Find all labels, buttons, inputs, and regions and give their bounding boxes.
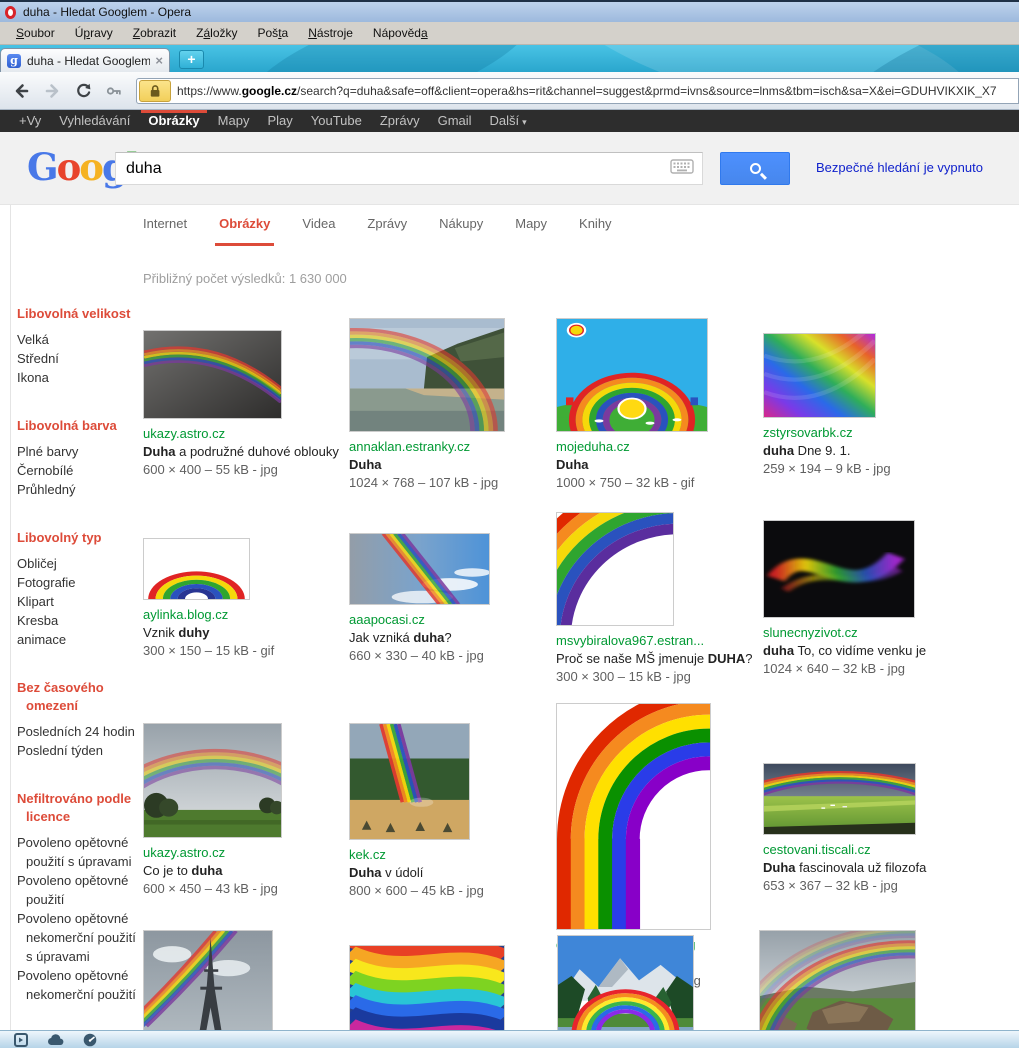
result-item: cestovani.tiscali.cz Duha fascinovala už … bbox=[763, 763, 926, 895]
result-title: Jak vzniká duha? bbox=[349, 630, 452, 645]
result-meta: 1024 × 640 – 32 kB - jpg bbox=[763, 661, 906, 676]
result-site-link[interactable]: ukazy.astro.cz bbox=[143, 425, 339, 443]
result-meta: 1000 × 750 – 32 kB - gif bbox=[556, 475, 695, 490]
result-site-link[interactable]: ukazy.astro.cz bbox=[143, 844, 282, 862]
turbo-gauge-icon bbox=[83, 1033, 97, 1046]
result-site-link[interactable]: aylinka.blog.cz bbox=[143, 606, 274, 624]
result-item: aylinka.blog.cz Vznik duhy 300 × 150 – 15 … bbox=[143, 538, 274, 660]
result-site-link[interactable]: cestovani.tiscali.cz bbox=[763, 841, 926, 859]
result-meta: 660 × 330 – 40 kB - jpg bbox=[349, 648, 484, 663]
result-thumbnail-cartoon-rainbow-blue-sky[interactable] bbox=[556, 318, 708, 432]
result-title: duha Dne 9. 1. bbox=[763, 443, 851, 458]
result-title: Vznik duhy bbox=[143, 625, 210, 640]
result-thumbnail-rainbow-over-sea-cliffs[interactable] bbox=[349, 318, 505, 432]
result-thumbnail-rainbow-smoke-dark[interactable] bbox=[763, 520, 915, 618]
result-meta: 259 × 194 – 9 kB - jpg bbox=[763, 461, 891, 476]
result-title: Duha v údolí bbox=[349, 865, 424, 880]
result-meta: 1024 × 768 – 107 kB - jpg bbox=[349, 475, 499, 490]
panel-toggle-icon bbox=[14, 1032, 28, 1047]
result-thumbnail-rainbow-arch-clipart[interactable] bbox=[143, 538, 250, 600]
opera-turbo-button[interactable] bbox=[83, 1033, 97, 1047]
results-grid: ukazy.astro.cz Duha a podružné duhové obl… bbox=[0, 0, 1019, 1048]
result-thumbnail-rainbow-over-green-fields[interactable] bbox=[763, 763, 916, 835]
result-caption: cestovani.tiscali.cz Duha fascinovala už … bbox=[763, 841, 926, 895]
result-item: aaapocasi.cz Jak vzniká duha? 660 × 330 – … bbox=[349, 533, 490, 665]
result-site-link[interactable]: annaklan.estranky.cz bbox=[349, 438, 505, 456]
result-title: Duha a podružné duhové oblouky bbox=[143, 444, 339, 459]
result-meta: 300 × 150 – 15 kB - gif bbox=[143, 643, 275, 658]
result-site-link[interactable]: msvybiralova967.estran... bbox=[556, 632, 753, 650]
result-meta: 600 × 450 – 43 kB - jpg bbox=[143, 881, 278, 896]
opera-link-button[interactable] bbox=[46, 1033, 65, 1046]
result-site-link[interactable]: aaapocasi.cz bbox=[349, 611, 490, 629]
result-caption: msvybiralova967.estran... Proč se naše MŠ… bbox=[556, 632, 753, 686]
result-thumbnail-abstract-rainbow-feathers[interactable] bbox=[763, 333, 876, 418]
result-title: duha To, co vidíme venku je bbox=[763, 643, 927, 658]
opera-window: duha - Hledat Googlem - Opera Soubor Úpra… bbox=[0, 0, 1019, 1048]
result-caption: zstyrsovarbk.cz duha Dne 9. 1. 259 × 194 –… bbox=[763, 424, 891, 478]
result-item: ukazy.astro.cz Co je to duha 600 × 450 – 4… bbox=[143, 723, 282, 898]
result-item: kek.cz Duha v údolí 800 × 600 – 45 kB - jp… bbox=[349, 723, 484, 900]
result-item: ukazy.astro.cz Duha a podružné duhové obl… bbox=[143, 330, 339, 479]
result-title: Duha bbox=[349, 457, 382, 472]
result-item: zstyrsovarbk.cz duha Dne 9. 1. 259 × 194 –… bbox=[763, 333, 891, 478]
result-thumbnail-rainbow-band-dark-sky[interactable] bbox=[143, 330, 282, 419]
result-caption: kek.cz Duha v údolí 800 × 600 – 45 kB - jp… bbox=[349, 846, 484, 900]
result-meta: 800 × 600 – 45 kB - jpg bbox=[349, 883, 484, 898]
panel-toggle-button[interactable] bbox=[14, 1032, 28, 1047]
result-thumbnail-rainbow-in-blue-sky[interactable] bbox=[349, 533, 490, 605]
result-meta: 300 × 300 – 15 kB - jpg bbox=[556, 669, 691, 684]
result-caption: mojeduha.cz Duha 1000 × 750 – 32 kB - gif bbox=[556, 438, 708, 492]
result-site-link[interactable]: zstyrsovarbk.cz bbox=[763, 424, 891, 442]
result-item: annaklan.estranky.cz Duha 1024 × 768 – 107… bbox=[349, 318, 505, 492]
result-caption: annaklan.estranky.cz Duha 1024 × 768 – 107… bbox=[349, 438, 505, 492]
result-title: Co je to duha bbox=[143, 863, 223, 878]
result-item: mojeduha.cz Duha 1000 × 750 – 32 kB - gif bbox=[556, 318, 708, 492]
status-bar bbox=[0, 1030, 1019, 1048]
result-item: msvybiralova967.estran... Proč se naše MŠ… bbox=[556, 512, 753, 686]
result-thumbnail-quarter-rainbow-clipart[interactable] bbox=[556, 512, 674, 626]
result-item: slunecnyzivot.cz duha To, co vidíme venku… bbox=[763, 520, 926, 678]
result-meta: 653 × 367 – 32 kB - jpg bbox=[763, 878, 898, 893]
result-caption: aylinka.blog.cz Vznik duhy 300 × 150 – 15 … bbox=[143, 606, 274, 660]
result-site-link[interactable]: slunecnyzivot.cz bbox=[763, 624, 926, 642]
result-thumbnail-rainbow-over-forest-valley[interactable] bbox=[349, 723, 470, 840]
result-caption: ukazy.astro.cz Duha a podružné duhové obl… bbox=[143, 425, 339, 479]
result-thumbnail-rainbow-svg-stripes[interactable] bbox=[556, 703, 711, 930]
result-caption: slunecnyzivot.cz duha To, co vidíme venku… bbox=[763, 624, 926, 678]
result-title: Proč se naše MŠ jmenuje DUHA? bbox=[556, 651, 753, 666]
result-thumbnail-rainbow-over-trees[interactable] bbox=[143, 723, 282, 838]
result-caption: aaapocasi.cz Jak vzniká duha? 660 × 330 – … bbox=[349, 611, 490, 665]
cloud-sync-icon bbox=[48, 1034, 64, 1045]
result-meta: 600 × 400 – 55 kB - jpg bbox=[143, 462, 278, 477]
result-site-link[interactable]: mojeduha.cz bbox=[556, 438, 708, 456]
result-title: Duha bbox=[556, 457, 589, 472]
result-title: Duha fascinovala už filozofa bbox=[763, 860, 927, 875]
result-caption: ukazy.astro.cz Co je to duha 600 × 450 – 4… bbox=[143, 844, 282, 898]
result-site-link[interactable]: kek.cz bbox=[349, 846, 484, 864]
